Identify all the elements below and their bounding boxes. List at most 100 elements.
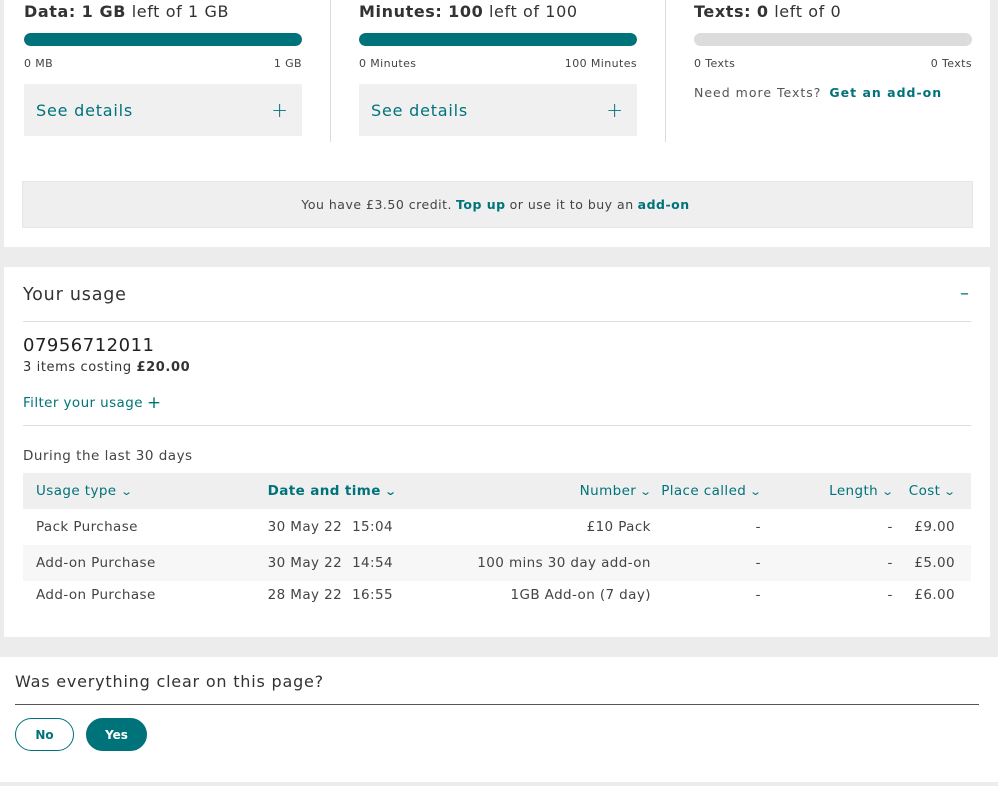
texts-progress-bar	[694, 33, 972, 46]
data-allowance-title: Data: 1 GB left of 1 GB	[24, 0, 302, 24]
table-header-row: Usage type ⌄ Date and time ⌄ Number ⌄ Place…	[23, 473, 971, 509]
minutes-progress-fill	[359, 33, 637, 46]
column-label: Date and time	[267, 483, 381, 499]
minutes-allowance: Minutes: 100 left of 100 0 Minutes 100 M…	[359, 0, 637, 136]
cost-cell: £9.00	[914, 519, 955, 535]
allowance-name: Minutes:	[359, 2, 443, 21]
credit-banner: You have £3.50 credit. Top up or use it …	[22, 181, 973, 228]
allowance-suffix: left of 1 GB	[131, 2, 230, 21]
time-value: 15:04	[352, 519, 393, 535]
bar-max-label: 100 Minutes	[564, 57, 637, 70]
need-more-texts: Need more Texts? Get an add-on	[694, 85, 972, 100]
allowance-suffix: left of 0	[774, 2, 842, 21]
credit-text-middle: or use it to buy an	[509, 197, 634, 212]
usage-table: Usage type ⌄ Date and time ⌄ Number ⌄ Place…	[23, 473, 971, 609]
usage-type-cell: Add-on Purchase	[36, 587, 156, 603]
allowance-card: Data: 1 GB left of 1 GB 0 MB 1 GB See de…	[4, 0, 990, 247]
usage-type-cell: Pack Purchase	[36, 519, 138, 535]
usage-type-cell: Add-on Purchase	[36, 555, 156, 571]
place-cell: -	[755, 555, 761, 571]
place-cell: -	[755, 519, 761, 535]
table-row: Add-on Purchase 30 May 22 14:54 100 mins …	[23, 545, 971, 581]
plus-icon: +	[146, 393, 162, 413]
column-label: Usage type	[36, 483, 117, 499]
sort-length[interactable]: Length ⌄	[787, 473, 909, 509]
see-details-label: See details	[371, 100, 469, 120]
no-button[interactable]: No	[15, 718, 74, 751]
length-cell: -	[887, 519, 893, 535]
chevron-down-icon: ⌄	[119, 485, 134, 498]
column-divider	[330, 0, 331, 142]
length-cell: -	[887, 587, 893, 603]
filter-usage-button[interactable]: Filter your usage +	[23, 393, 162, 413]
minutes-progress-bar	[359, 33, 637, 46]
table-row: Add-on Purchase 28 May 22 16:55 1GB Add-o…	[23, 581, 971, 609]
column-label: Number	[579, 483, 637, 499]
time-value: 14:54	[352, 555, 393, 571]
sort-place-called[interactable]: Place called ⌄	[661, 473, 787, 509]
bar-max-label: 0 Texts	[930, 57, 972, 70]
bar-max-label: 1 GB	[273, 57, 302, 70]
credit-text: You have £3.50 credit.	[301, 197, 452, 212]
place-cell: -	[755, 587, 761, 603]
allowance-name: Data:	[24, 2, 76, 21]
chevron-down-icon: ⌄	[749, 485, 763, 498]
period-label: During the last 30 days	[23, 448, 193, 464]
number-cell: 100 mins 30 day add-on	[477, 555, 651, 571]
add-on-link[interactable]: add-on	[638, 197, 690, 212]
allowance-suffix: left of 100	[489, 2, 578, 21]
minus-icon[interactable]: –	[960, 285, 969, 303]
sort-cost[interactable]: Cost ⌄	[909, 473, 971, 509]
length-cell: -	[887, 555, 893, 571]
chevron-down-icon: ⌄	[943, 485, 957, 498]
cost-cell: £5.00	[914, 555, 955, 571]
minutes-see-details-button[interactable]: See details +	[359, 84, 637, 136]
usage-header[interactable]: Your usage –	[23, 285, 971, 322]
sort-date-time[interactable]: Date and time ⌄	[258, 473, 478, 509]
allowance-amount: 1 GB	[81, 2, 127, 21]
bar-min-label: 0 Minutes	[359, 57, 417, 70]
date-value: 28 May 22	[267, 587, 343, 603]
feedback-card: Was everything clear on this page? No Ye…	[0, 657, 998, 782]
plus-icon: +	[271, 98, 288, 122]
allowance-name: Texts:	[694, 2, 752, 21]
cost-cell: £6.00	[914, 587, 955, 603]
date-time-cell: 30 May 22 14:54	[258, 545, 478, 581]
table-row: Pack Purchase 30 May 22 15:04 £10 Pack - …	[23, 509, 971, 545]
sort-usage-type[interactable]: Usage type ⌄	[23, 473, 258, 509]
yes-button[interactable]: Yes	[86, 718, 147, 751]
top-up-link[interactable]: Top up	[456, 197, 506, 212]
see-details-label: See details	[36, 100, 134, 120]
number-cell: £10 Pack	[586, 519, 651, 535]
texts-allowance: Texts: 0 left of 0 0 Texts 0 Texts Need …	[694, 0, 972, 100]
need-more-prompt: Need more Texts?	[694, 85, 822, 100]
usage-card: Your usage – 07956712011 3 items costing…	[4, 267, 990, 637]
data-progress-bar	[24, 33, 302, 46]
column-label: Place called	[661, 483, 747, 499]
number-cell: 1GB Add-on (7 day)	[510, 587, 651, 603]
filter-label: Filter your usage	[23, 395, 143, 411]
date-value: 30 May 22	[267, 555, 343, 571]
usage-title: Your usage	[23, 285, 127, 305]
get-addon-link[interactable]: Get an add-on	[829, 85, 942, 100]
allowance-amount: 0	[756, 2, 769, 21]
data-see-details-button[interactable]: See details +	[24, 84, 302, 136]
column-label: Cost	[908, 483, 941, 499]
plus-icon: +	[606, 98, 623, 122]
items-total: £20.00	[136, 360, 191, 375]
items-prefix: 3 items costing	[23, 360, 132, 375]
time-value: 16:55	[352, 587, 393, 603]
column-label: Length	[829, 483, 879, 499]
date-value: 30 May 22	[267, 519, 343, 535]
sort-number[interactable]: Number ⌄	[477, 473, 661, 509]
data-allowance: Data: 1 GB left of 1 GB 0 MB 1 GB See de…	[24, 0, 302, 136]
chevron-down-icon: ⌄	[639, 485, 653, 498]
column-divider	[665, 0, 666, 142]
minutes-allowance-title: Minutes: 100 left of 100	[359, 0, 637, 24]
items-summary: 3 items costing £20.00	[23, 360, 190, 375]
phone-number: 07956712011	[23, 335, 155, 356]
date-time-cell: 30 May 22 15:04	[258, 509, 478, 545]
bar-min-label: 0 Texts	[694, 57, 736, 70]
date-time-cell: 28 May 22 16:55	[258, 581, 478, 609]
divider	[23, 425, 971, 426]
